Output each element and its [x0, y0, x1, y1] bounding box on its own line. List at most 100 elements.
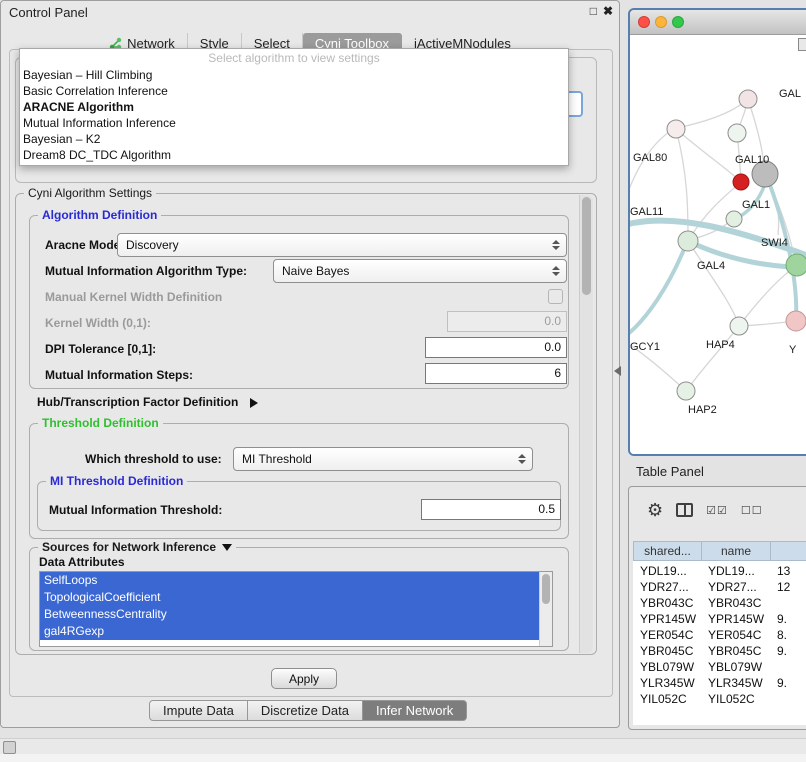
table-cell[interactable]: YIL052C: [633, 691, 701, 707]
node-label: HAP4: [706, 339, 735, 351]
dpi-tolerance-input[interactable]: 0.0: [425, 337, 567, 358]
attribute-list-item[interactable]: TopologicalCoefficient: [40, 589, 552, 606]
close-window-icon[interactable]: ✖: [603, 4, 613, 18]
network-node[interactable]: [730, 317, 748, 335]
mi-steps-input[interactable]: 6: [425, 363, 567, 384]
table-cell[interactable]: 9.: [770, 675, 806, 691]
float-window-icon[interactable]: □: [590, 4, 597, 18]
network-node[interactable]: [728, 124, 746, 142]
mi-threshold-input[interactable]: 0.5: [421, 499, 561, 520]
table-cell[interactable]: YBR045C: [633, 643, 701, 659]
table-cell[interactable]: YBR043C: [701, 595, 770, 611]
table-cell[interactable]: YPR145W: [701, 611, 770, 627]
table-cell[interactable]: YLR345W: [701, 675, 770, 691]
network-node[interactable]: [726, 211, 742, 227]
attributes-scrollbar[interactable]: [539, 572, 552, 646]
node-label: GAL: [779, 88, 801, 100]
data-attributes-list[interactable]: SelfLoops TopologicalCoefficient Between…: [39, 571, 553, 647]
table-cell[interactable]: YIL052C: [701, 691, 770, 707]
dropdown-item[interactable]: Mutual Information Inference: [20, 115, 568, 131]
desktop: Control Panel □ ✖ Network Style Select C…: [0, 0, 806, 762]
table-cell[interactable]: YDL19...: [633, 563, 701, 579]
network-node[interactable]: [678, 231, 698, 251]
deselect-all-checkboxes-icon[interactable]: ☐☐: [741, 504, 763, 517]
dropdown-item[interactable]: Basic Correlation Inference: [20, 83, 568, 99]
settings-scrollbar-thumb[interactable]: [582, 197, 591, 295]
collapse-down-icon[interactable]: [222, 544, 232, 551]
attribute-list-item[interactable]: SelfLoops: [40, 572, 552, 589]
network-canvas[interactable]: GAL GAL80 GAL10 GAL11 GAL1 SWI4 GAL4 GCY…: [630, 35, 806, 454]
table-cell[interactable]: YER054C: [701, 627, 770, 643]
attribute-list-item[interactable]: BetweennessCentrality: [40, 606, 552, 623]
column-header-name[interactable]: name: [701, 541, 771, 561]
attribute-list-item[interactable]: gal4RGexp: [40, 623, 552, 640]
table-cell[interactable]: YBR045C: [701, 643, 770, 659]
tab-discretize-data[interactable]: Discretize Data: [247, 700, 363, 721]
table-cell[interactable]: YBL079W: [701, 659, 770, 675]
network-node[interactable]: [786, 254, 806, 276]
mi-algorithm-type-select[interactable]: Naive Bayes: [273, 259, 567, 283]
control-panel-title: Control Panel: [9, 5, 88, 20]
node-label: GAL4: [697, 260, 725, 272]
table-cell[interactable]: YBL079W: [633, 659, 701, 675]
collapsed-panel-icon[interactable]: [3, 741, 16, 754]
minimize-traffic-light[interactable]: [655, 16, 667, 28]
splitter-collapse-icon[interactable]: [614, 366, 621, 376]
table-cell[interactable]: [770, 595, 806, 611]
close-traffic-light[interactable]: [638, 16, 650, 28]
table-cell[interactable]: 9.: [770, 643, 806, 659]
dropdown-item-selected[interactable]: ARACNE Algorithm: [20, 99, 568, 115]
hub-definition-expander[interactable]: Hub/Transcription Factor Definition: [37, 395, 258, 409]
tab-infer-network[interactable]: Infer Network: [362, 700, 467, 721]
column-header-shared-name[interactable]: shared...: [633, 541, 702, 561]
network-edges-thick: [630, 181, 806, 337]
settings-scrollbar[interactable]: [579, 195, 593, 653]
table-cell[interactable]: [770, 659, 806, 675]
network-node[interactable]: [667, 120, 685, 138]
aracne-mode-label: Aracne Mode:: [45, 238, 124, 252]
table-cell[interactable]: [770, 691, 806, 707]
kernel-width-input: 0.0: [447, 311, 567, 332]
aracne-mode-select[interactable]: Discovery: [117, 233, 567, 257]
table-cell[interactable]: YDR27...: [633, 579, 701, 595]
table-cell[interactable]: YLR345W: [633, 675, 701, 691]
dropdown-item[interactable]: Bayesian – K2: [20, 131, 568, 147]
mi-steps-label: Mutual Information Steps:: [45, 368, 193, 382]
table-cell[interactable]: YDR27...: [701, 579, 770, 595]
zoom-traffic-light[interactable]: [672, 16, 684, 28]
sources-title: Sources for Network Inference: [42, 540, 216, 554]
node-label: GAL1: [742, 199, 770, 211]
columns-icon[interactable]: [676, 503, 693, 517]
expand-right-icon[interactable]: [250, 398, 258, 408]
birdseye-toggle[interactable]: [798, 38, 806, 51]
network-node[interactable]: [739, 90, 757, 108]
chevron-updown-icon: [518, 454, 526, 464]
table-cell[interactable]: 9.: [770, 611, 806, 627]
column-header-cut[interactable]: [770, 541, 806, 561]
network-node-highlighted[interactable]: [733, 174, 749, 190]
attributes-scrollbar-thumb[interactable]: [542, 574, 550, 604]
dropdown-item[interactable]: Bayesian – Hill Climbing: [20, 67, 568, 83]
mi-threshold-label: Mutual Information Threshold:: [49, 503, 222, 517]
apply-button[interactable]: Apply: [271, 668, 337, 689]
select-all-checkboxes-icon[interactable]: ☑☑: [706, 504, 728, 517]
table-cell[interactable]: 12: [770, 579, 806, 595]
network-window-titlebar[interactable]: [630, 10, 806, 35]
chevron-updown-icon: [552, 266, 560, 276]
sources-header[interactable]: Sources for Network Inference: [38, 540, 236, 554]
table-cell[interactable]: 13: [770, 563, 806, 579]
table-cell[interactable]: 8.: [770, 627, 806, 643]
dpi-tolerance-label: DPI Tolerance [0,1]:: [45, 342, 156, 356]
table-cell[interactable]: YPR145W: [633, 611, 701, 627]
table-cell[interactable]: YER054C: [633, 627, 701, 643]
kernel-width-label: Kernel Width (0,1):: [45, 316, 151, 330]
manual-kernel-width-label: Manual Kernel Width Definition: [45, 290, 222, 304]
network-node[interactable]: [786, 311, 806, 331]
dropdown-item[interactable]: Dream8 DC_TDC Algorithm: [20, 147, 568, 163]
gear-icon[interactable]: ⚙: [647, 501, 663, 519]
network-node[interactable]: [677, 382, 695, 400]
table-cell[interactable]: YDL19...: [701, 563, 770, 579]
table-cell[interactable]: YBR043C: [633, 595, 701, 611]
tab-impute-data[interactable]: Impute Data: [149, 700, 248, 721]
which-threshold-select[interactable]: MI Threshold: [233, 447, 533, 471]
